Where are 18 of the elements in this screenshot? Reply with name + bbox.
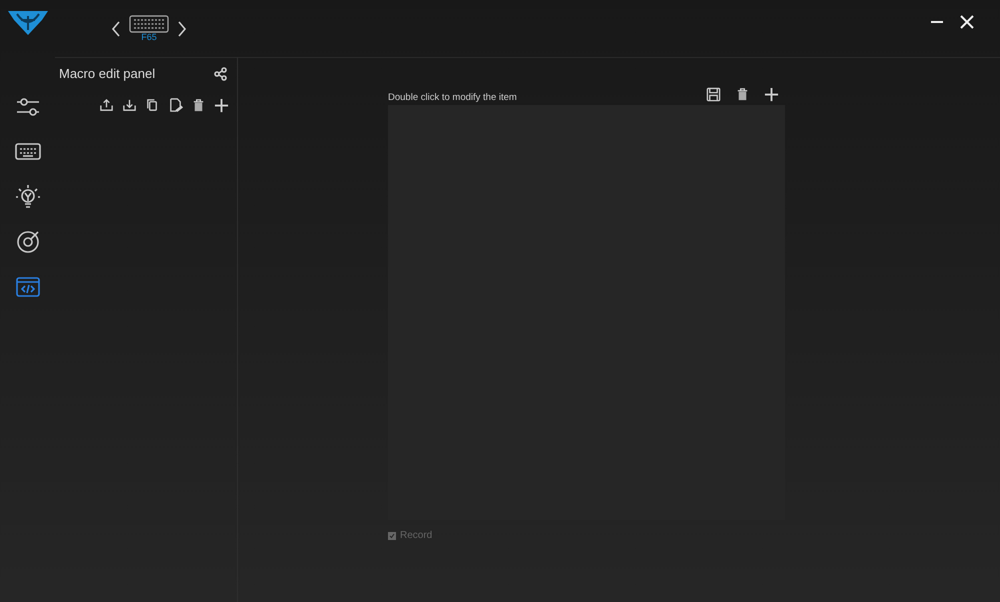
trash-icon[interactable] — [735, 87, 750, 102]
trash-icon[interactable] — [191, 98, 206, 112]
next-arrow[interactable] — [177, 20, 187, 36]
editor-hint: Double click to modify the item — [388, 90, 517, 105]
save-icon[interactable] — [706, 87, 721, 102]
minimize-button[interactable] — [930, 20, 944, 22]
share-icon[interactable] — [214, 66, 227, 81]
previous-arrow[interactable] — [111, 20, 121, 36]
panel-title: Macro edit panel — [59, 65, 156, 83]
add-icon[interactable] — [214, 98, 229, 112]
device-model: F65 — [141, 33, 157, 42]
import-icon[interactable] — [122, 98, 137, 112]
keyboard-icon — [129, 15, 169, 33]
copy-icon[interactable] — [145, 98, 160, 112]
export-icon[interactable] — [99, 98, 114, 112]
document-edit-icon[interactable] — [168, 98, 183, 112]
close-button[interactable] — [960, 14, 974, 28]
add-icon[interactable] — [764, 87, 779, 102]
